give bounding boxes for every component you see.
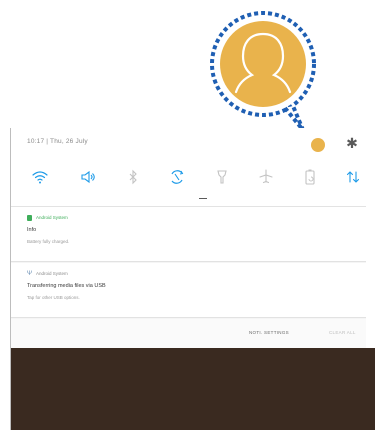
notification-title: Transferring media files via USB <box>27 283 106 289</box>
notification-app-row: Ψ Android System <box>27 271 68 277</box>
notification-app-name: Android System <box>36 215 68 221</box>
notification-settings-button[interactable]: NOTI. SETTINGS <box>249 330 289 335</box>
avatar[interactable] <box>311 138 325 152</box>
notification-app-name: Android System <box>36 271 68 276</box>
battery-icon <box>27 215 32 221</box>
notification-card[interactable]: Android System Info Battery fully charge… <box>11 207 366 262</box>
airplane-mode-icon[interactable] <box>255 166 277 188</box>
bluetooth-icon[interactable] <box>122 166 144 188</box>
notification-shade: 10:17 | Thu, 26 July ✱ Android System In… <box>10 128 375 430</box>
notification-app-row: Android System <box>27 215 68 221</box>
notification-list: Android System Info Battery fully charge… <box>11 206 366 349</box>
usb-icon: Ψ <box>27 271 33 277</box>
gear-icon[interactable]: ✱ <box>344 135 360 151</box>
notification-subtitle: Tap for other USB options. <box>27 295 80 300</box>
notification-subtitle: Battery fully charged. <box>27 239 70 244</box>
clear-all-button[interactable]: CLEAR ALL <box>329 330 356 335</box>
mobile-data-icon[interactable] <box>342 166 364 188</box>
auto-rotate-icon[interactable] <box>166 166 188 188</box>
quick-settings-row <box>11 164 366 190</box>
notification-card[interactable]: Ψ Android System Transferring media files… <box>11 263 366 318</box>
status-row: 10:17 | Thu, 26 July ✱ <box>11 128 366 164</box>
status-datetime: 10:17 | Thu, 26 July <box>27 138 88 145</box>
notification-actions: NOTI. SETTINGS CLEAR ALL <box>11 319 366 349</box>
drag-handle[interactable] <box>199 198 207 199</box>
profile-callout <box>203 10 323 130</box>
flashlight-icon[interactable] <box>211 166 233 188</box>
wifi-icon[interactable] <box>29 166 51 188</box>
home-screen-background <box>11 348 375 430</box>
sound-icon[interactable] <box>77 166 99 188</box>
power-saving-icon[interactable] <box>299 166 321 188</box>
notification-title: Info <box>27 227 37 233</box>
